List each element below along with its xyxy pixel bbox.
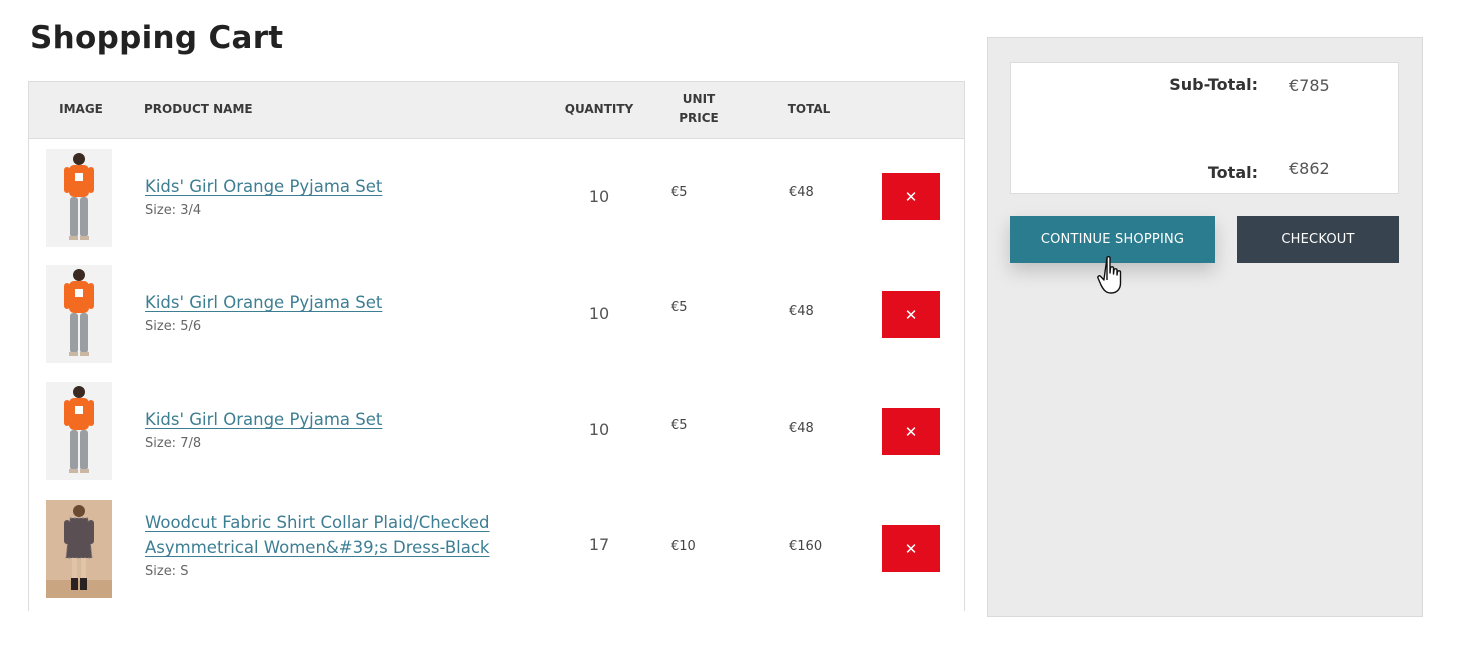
total-value: €862 [1289, 159, 1330, 178]
hand-pointer-icon [1096, 255, 1130, 297]
product-link[interactable]: Kids' Girl Orange Pyjama Set [145, 174, 565, 199]
header-unit-price-line2: PRICE [679, 111, 719, 125]
totals-box: Sub-Total: €785 Total: €862 [1010, 62, 1399, 194]
product-size: Size: 3/4 [145, 203, 202, 218]
product-size: Size: 5/6 [145, 319, 202, 334]
quantity-value[interactable]: 10 [559, 420, 639, 439]
close-icon: ✕ [904, 539, 918, 558]
header-quantity: QUANTITY [564, 102, 634, 116]
product-link-line2[interactable]: Asymmetrical Women&#39;s Dress-Black [145, 538, 490, 557]
orange-pyjama-thumbnail[interactable] [46, 149, 112, 247]
close-icon: ✕ [904, 422, 918, 441]
table-row: Kids' Girl Orange Pyjama Set Size: 5/6 1… [29, 255, 964, 370]
table-row: Kids' Girl Orange Pyjama Set Size: 3/4 1… [29, 139, 964, 254]
cart-table: IMAGE PRODUCT NAME QUANTITY UNIT PRICE T… [28, 81, 965, 611]
header-total: TOTAL [787, 102, 831, 116]
unit-price-value: €10 [671, 539, 696, 554]
page-title: Shopping Cart [30, 20, 284, 56]
table-header: IMAGE PRODUCT NAME QUANTITY UNIT PRICE T… [29, 82, 964, 139]
product-size: Size: 7/8 [145, 436, 202, 451]
header-image: IMAGE [59, 102, 103, 116]
order-summary-panel: Sub-Total: €785 Total: €862 CONTINUE SHO… [987, 37, 1423, 617]
total-value: €48 [789, 304, 814, 319]
checkout-button[interactable]: CHECKOUT [1237, 216, 1399, 263]
quantity-value[interactable]: 10 [559, 304, 639, 323]
unit-price-value: €5 [671, 185, 688, 200]
table-row: Woodcut Fabric Shirt Collar Plaid/Checke… [29, 490, 964, 605]
header-product-name: PRODUCT NAME [144, 102, 253, 116]
unit-price-value: €5 [671, 418, 688, 433]
close-icon: ✕ [904, 187, 918, 206]
quantity-value[interactable]: 10 [559, 187, 639, 206]
header-unit-price-line1: UNIT [682, 92, 716, 106]
total-value: €48 [789, 421, 814, 436]
product-link[interactable]: Woodcut Fabric Shirt Collar Plaid/Checke… [145, 510, 565, 560]
orange-pyjama-thumbnail[interactable] [46, 382, 112, 480]
unit-price-value: €5 [671, 300, 688, 315]
product-size: Size: S [145, 564, 189, 579]
remove-item-button[interactable]: ✕ [882, 525, 940, 572]
quantity-value[interactable]: 17 [559, 535, 639, 554]
total-value: €48 [789, 185, 814, 200]
close-icon: ✕ [904, 305, 918, 324]
product-link-line1[interactable]: Woodcut Fabric Shirt Collar Plaid/Checke… [145, 513, 490, 532]
remove-item-button[interactable]: ✕ [882, 291, 940, 338]
total-value: €160 [789, 539, 823, 554]
plaid-dress-thumbnail[interactable] [46, 500, 112, 598]
product-link[interactable]: Kids' Girl Orange Pyjama Set [145, 290, 565, 315]
subtotal-value: €785 [1289, 76, 1330, 95]
product-link[interactable]: Kids' Girl Orange Pyjama Set [145, 407, 565, 432]
orange-pyjama-thumbnail[interactable] [46, 265, 112, 363]
table-row: Kids' Girl Orange Pyjama Set Size: 7/8 1… [29, 372, 964, 487]
subtotal-label: Sub-Total: [1169, 75, 1258, 94]
remove-item-button[interactable]: ✕ [882, 408, 940, 455]
total-label: Total: [1207, 163, 1258, 182]
remove-item-button[interactable]: ✕ [882, 173, 940, 220]
header-unit-price: UNIT PRICE [659, 90, 739, 128]
